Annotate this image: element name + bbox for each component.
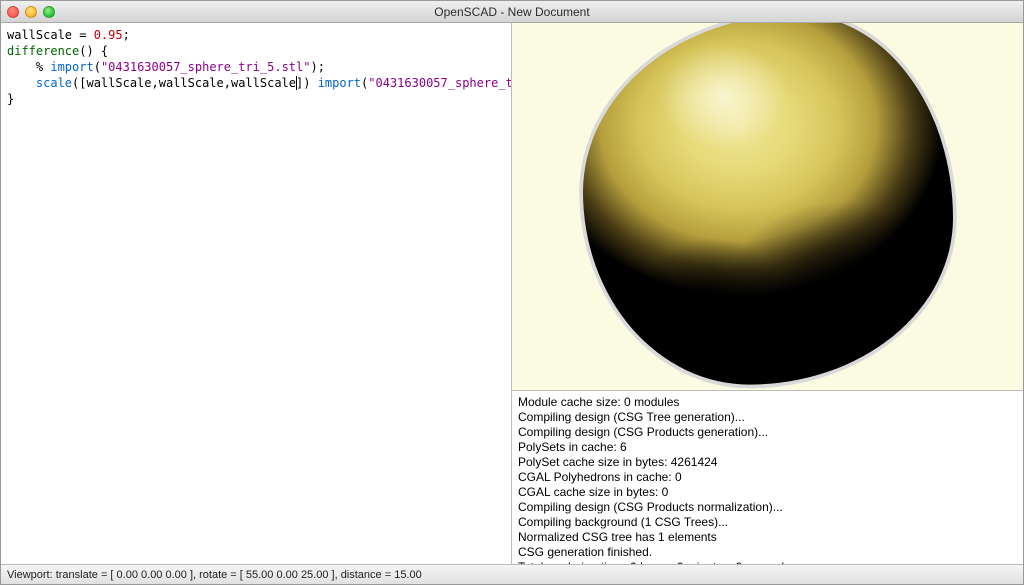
- console-line: Compiling background (1 CSG Trees)...: [518, 515, 1017, 530]
- code-token: %: [7, 60, 50, 74]
- code-token: (: [94, 60, 101, 74]
- 3d-viewport[interactable]: [512, 23, 1023, 391]
- window-controls: [7, 6, 55, 18]
- code-token: );: [310, 60, 324, 74]
- code-token: }: [7, 92, 14, 106]
- code-token: ;: [123, 28, 130, 42]
- code-token: "0431630057_sphere_tri_5.stl": [368, 76, 512, 90]
- titlebar: OpenSCAD - New Document: [1, 1, 1023, 23]
- code-token: import: [50, 60, 93, 74]
- console-output[interactable]: Module cache size: 0 modules Compiling d…: [512, 391, 1023, 564]
- window-title: OpenSCAD - New Document: [1, 5, 1023, 19]
- code-token: ([wallScale,wallScale,wallScale: [72, 76, 296, 90]
- console-line: Compiling design (CSG Products normaliza…: [518, 500, 1017, 515]
- console-line: Compiling design (CSG Products generatio…: [518, 425, 1017, 440]
- close-icon[interactable]: [7, 6, 19, 18]
- code-token: 0.95: [94, 28, 123, 42]
- code-token: scale: [36, 76, 72, 90]
- app-window: OpenSCAD - New Document wallScale = 0.95…: [0, 0, 1024, 585]
- code-token: wallScale =: [7, 28, 94, 42]
- code-token: import: [318, 76, 361, 90]
- code-token: ]): [296, 76, 318, 90]
- rendered-model: [583, 23, 953, 384]
- code-token: () {: [79, 44, 108, 58]
- console-line: CGAL cache size in bytes: 0: [518, 485, 1017, 500]
- status-bar: Viewport: translate = [ 0.00 0.00 0.00 ]…: [1, 564, 1023, 584]
- viewport-status: Viewport: translate = [ 0.00 0.00 0.00 ]…: [7, 569, 422, 581]
- minimize-icon[interactable]: [25, 6, 37, 18]
- code-token: [7, 76, 36, 90]
- content-area: wallScale = 0.95; difference() { % impor…: [1, 23, 1023, 564]
- code-token: difference: [7, 44, 79, 58]
- console-line: Module cache size: 0 modules: [518, 395, 1017, 410]
- right-pane: Module cache size: 0 modules Compiling d…: [512, 23, 1023, 564]
- code-editor[interactable]: wallScale = 0.95; difference() { % impor…: [1, 23, 512, 564]
- console-line: Compiling design (CSG Tree generation)..…: [518, 410, 1017, 425]
- console-line: PolySet cache size in bytes: 4261424: [518, 455, 1017, 470]
- console-line: PolySets in cache: 6: [518, 440, 1017, 455]
- code-token: "0431630057_sphere_tri_5.stl": [101, 60, 311, 74]
- console-line: CGAL Polyhedrons in cache: 0: [518, 470, 1017, 485]
- zoom-icon[interactable]: [43, 6, 55, 18]
- console-line: CSG generation finished.: [518, 545, 1017, 560]
- console-line: Normalized CSG tree has 1 elements: [518, 530, 1017, 545]
